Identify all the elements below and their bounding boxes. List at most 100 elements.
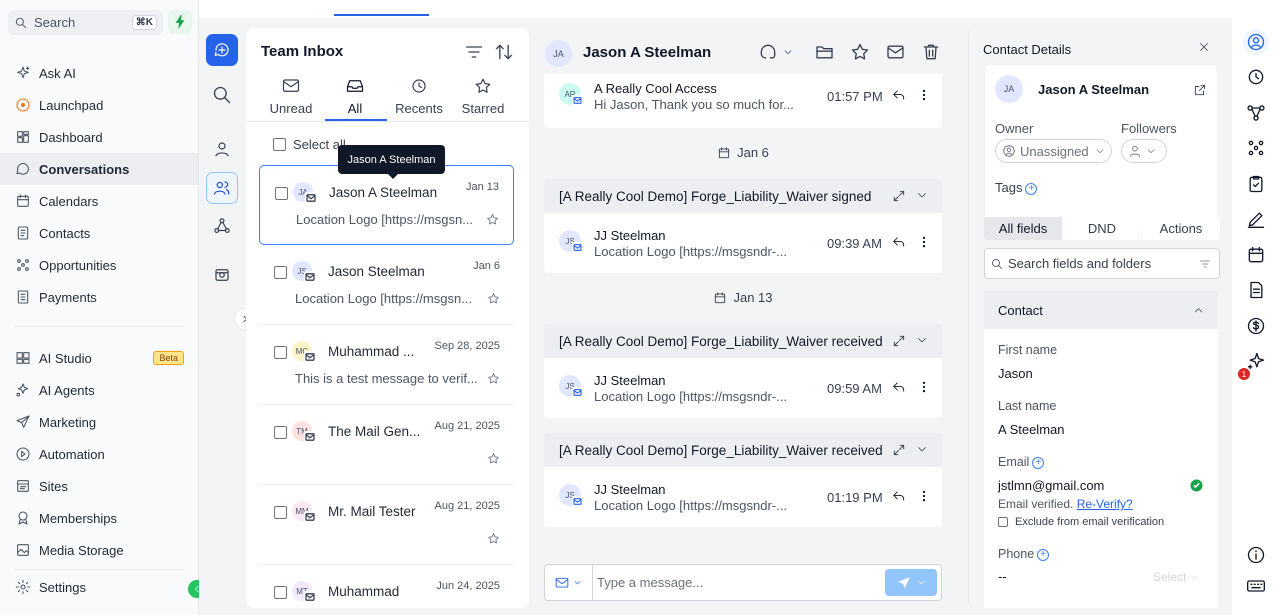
conversation-item[interactable]: MC Muhammad ... Sep 28, 2025 This is a t… [259, 325, 514, 405]
conversation-checkbox[interactable] [274, 506, 287, 519]
rail-contact-button[interactable] [1243, 29, 1269, 55]
delete-button[interactable] [921, 42, 941, 62]
last-name-value[interactable]: A Steelman [998, 422, 1065, 437]
sidebar-item-launchpad[interactable]: Launchpad [0, 89, 198, 121]
message-card[interactable]: [A Really Cool Demo] Forge_Liability_Wai… [544, 433, 942, 527]
message-card[interactable]: [A Really Cool Demo] Forge_Liability_Wai… [544, 179, 942, 273]
reply-button[interactable] [892, 380, 906, 394]
open-contact-button[interactable] [1193, 83, 1207, 97]
chevron-down-icon[interactable] [916, 189, 928, 203]
chevron-down-icon[interactable] [916, 334, 928, 348]
message-subject[interactable]: [A Really Cool Demo] Forge_Liability_Wai… [544, 179, 942, 213]
contact-section-header[interactable]: Contact [984, 291, 1218, 329]
sidebar-item-ai-agents[interactable]: AI Agents [0, 374, 198, 406]
rail-channels-button[interactable] [206, 210, 238, 242]
conversation-contact-name[interactable]: Jason A Steelman [583, 44, 711, 61]
add-email-icon[interactable]: + [1032, 456, 1045, 469]
message-card[interactable]: [A Really Cool Demo] Forge_Liability_Wai… [544, 324, 942, 418]
conversation-item[interactable]: MM Mr. Mail Tester Aug 21, 2025 [259, 485, 514, 565]
reverify-link[interactable]: Re-Verify? [1077, 497, 1133, 511]
rail-history-button[interactable] [1243, 64, 1269, 90]
new-message-button[interactable] [206, 34, 238, 66]
owner-select[interactable]: Unassigned [995, 139, 1112, 163]
rail-info-button[interactable] [1243, 542, 1269, 568]
more-options-button[interactable] [917, 88, 931, 102]
sidebar-item-conversations[interactable]: Conversations [0, 153, 198, 185]
rail-keyboard-button[interactable] [1243, 573, 1269, 599]
phone-type-select[interactable]: Select [1153, 570, 1199, 584]
email-value[interactable]: jstlmn@gmail.com [998, 478, 1104, 493]
segment-dnd[interactable]: DND [1063, 217, 1141, 240]
star-button[interactable] [487, 532, 500, 545]
rail-manual-actions-button[interactable] [206, 259, 238, 291]
sidebar-item-opportunities[interactable]: Opportunities [0, 249, 198, 281]
expand-icon[interactable] [892, 189, 906, 203]
conversation-checkbox[interactable] [274, 266, 287, 279]
exclude-verification-checkbox[interactable] [998, 517, 1008, 527]
filter-icon[interactable] [1199, 258, 1211, 270]
phone-value[interactable]: -- [998, 569, 1007, 584]
select-all-checkbox[interactable] [273, 138, 286, 151]
sidebar-item-ai-studio[interactable]: AI Studio Beta [0, 342, 198, 374]
message-row[interactable]: AR A Really Cool Access Hi Jason, Thank … [544, 66, 942, 120]
rail-my-inbox-button[interactable] [206, 133, 238, 165]
sort-button[interactable] [494, 42, 514, 62]
star-button[interactable] [487, 292, 500, 305]
message-subject[interactable]: [A Really Cool Demo] Forge_Liability_Wai… [544, 324, 942, 358]
star-conversation-button[interactable] [850, 42, 870, 62]
rail-search-button[interactable] [206, 79, 238, 111]
segment-actions[interactable]: Actions [1142, 217, 1220, 240]
reply-button[interactable] [892, 235, 906, 249]
more-options-button[interactable] [917, 489, 931, 503]
add-phone-icon[interactable]: + [1037, 548, 1050, 561]
conversation-item[interactable]: JS Jason Steelman Jan 6 Location Logo [h… [259, 245, 514, 325]
rail-opportunities-button[interactable] [1243, 135, 1269, 161]
tab-starred[interactable]: Starred [451, 76, 515, 116]
chevron-down-icon[interactable] [916, 443, 928, 457]
followers-select[interactable] [1121, 139, 1167, 163]
sidebar-item-calendars[interactable]: Calendars [0, 185, 198, 217]
exclude-verification[interactable]: Exclude from email verification [998, 516, 1164, 528]
expand-icon[interactable] [892, 334, 906, 348]
conversation-checkbox[interactable] [274, 586, 287, 599]
sidebar-item-settings[interactable]: Settings [0, 571, 198, 603]
global-search[interactable]: Search ⌘K [8, 10, 163, 35]
first-name-value[interactable]: Jason [998, 366, 1033, 381]
sidebar-item-media-storage[interactable]: Media Storage [0, 534, 198, 566]
conversation-checkbox[interactable] [274, 426, 287, 439]
quick-action-button[interactable] [168, 10, 192, 34]
conversation-item[interactable]: MT Muhammad Jun 24, 2025 [259, 565, 514, 608]
select-all[interactable]: Select all [273, 137, 346, 152]
star-button[interactable] [486, 213, 499, 226]
rail-workflow-button[interactable] [1243, 100, 1269, 126]
rail-tasks-button[interactable] [1243, 171, 1269, 197]
assign-button[interactable] [758, 42, 793, 62]
more-options-button[interactable] [917, 380, 931, 394]
message-subject[interactable]: [A Really Cool Demo] Forge_Liability_Wai… [544, 433, 942, 467]
sidebar-item-ask-ai[interactable]: Ask AI [0, 57, 198, 89]
sidebar-item-marketing[interactable]: Marketing [0, 406, 198, 438]
expand-icon[interactable] [892, 443, 906, 457]
send-button[interactable] [885, 569, 937, 596]
message-row[interactable]: JS JJ Steelman Location Logo [https://ms… [544, 358, 942, 418]
message-row[interactable]: JS JJ Steelman Location Logo [https://ms… [544, 467, 942, 527]
rail-payments-button[interactable] [1243, 313, 1269, 339]
sidebar-item-contacts[interactable]: Contacts [0, 217, 198, 249]
message-card[interactable]: AR A Really Cool Access Hi Jason, Thank … [544, 74, 942, 128]
tags-field[interactable]: Tags + [995, 180, 1038, 195]
message-input[interactable] [595, 565, 883, 600]
add-tag-icon[interactable]: + [1025, 182, 1038, 195]
rail-appointments-button[interactable] [1243, 242, 1269, 268]
reply-button[interactable] [892, 88, 906, 102]
fields-search[interactable]: Search fields and folders [984, 248, 1220, 279]
segment-all-fields[interactable]: All fields [984, 217, 1062, 240]
sidebar-item-sites[interactable]: Sites [0, 470, 198, 502]
sidebar-item-memberships[interactable]: Memberships [0, 502, 198, 534]
tab-all[interactable]: All [323, 76, 387, 116]
reply-button[interactable] [892, 489, 906, 503]
close-button[interactable] [1198, 41, 1210, 53]
star-button[interactable] [487, 372, 500, 385]
move-to-folder-button[interactable] [814, 42, 835, 62]
message-row[interactable]: JS JJ Steelman Location Logo [https://ms… [544, 213, 942, 273]
channel-selector[interactable] [545, 565, 593, 600]
